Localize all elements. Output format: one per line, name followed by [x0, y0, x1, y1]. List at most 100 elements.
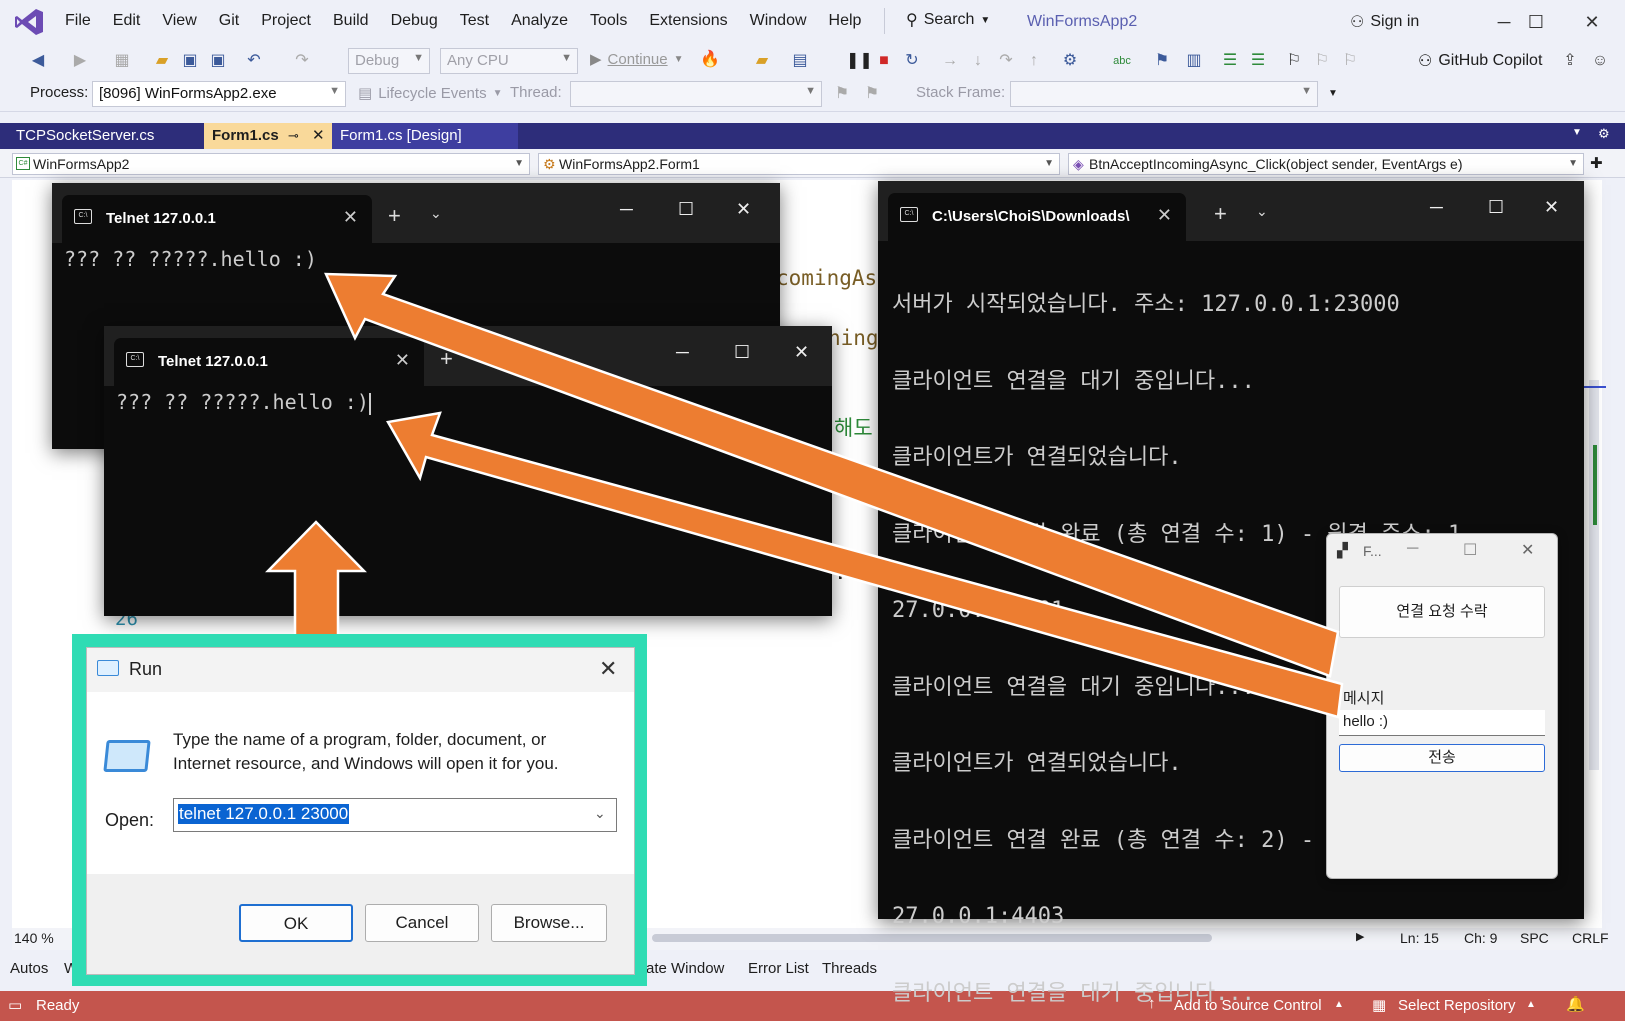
menu-test[interactable]: Test: [449, 12, 500, 30]
tab-form1-design[interactable]: Form1.cs [Design]: [332, 123, 518, 149]
maximize-icon[interactable]: ☐: [678, 199, 694, 220]
feedback-icon[interactable]: ☺: [1590, 51, 1610, 71]
configuration-select[interactable]: Debug ▼: [348, 48, 430, 74]
menu-debug[interactable]: Debug: [380, 12, 449, 30]
tab-tcpsocketserver[interactable]: TCPSocketServer.cs: [8, 123, 204, 149]
share-icon[interactable]: ⇪: [1560, 51, 1580, 71]
flag-thread-icon[interactable]: ⚑: [832, 84, 852, 104]
split-editor-icon[interactable]: ✚: [1590, 154, 1603, 172]
close-icon[interactable]: ✕: [1572, 6, 1612, 38]
window-layout-icon[interactable]: ▤: [790, 51, 810, 71]
diagnostics-icon[interactable]: ⚙: [1060, 51, 1080, 71]
process-select[interactable]: [8096] WinFormsApp2.exe ▼: [92, 81, 346, 107]
thread-select[interactable]: ▼: [570, 81, 822, 107]
tab-threads[interactable]: Threads: [822, 960, 877, 977]
menu-edit[interactable]: Edit: [102, 12, 152, 30]
github-copilot-button[interactable]: ⚇ GitHub Copilot: [1418, 51, 1542, 71]
browse-button[interactable]: Browse...: [491, 904, 607, 942]
close-tab-icon[interactable]: ✕: [1157, 205, 1172, 226]
bookmark-next-icon[interactable]: ⚐: [1340, 51, 1360, 71]
terminal-tab[interactable]: C:\ Telnet 127.0.0.1 ✕: [114, 338, 424, 386]
sign-in-button[interactable]: ⚇ Sign in: [1350, 12, 1419, 32]
navigate-back-icon[interactable]: ◀: [28, 51, 48, 71]
close-tab-icon[interactable]: ✕: [395, 350, 410, 371]
close-icon[interactable]: ✕: [1521, 540, 1534, 560]
lifecycle-events-button[interactable]: ▤ Lifecycle Events ▼: [358, 84, 502, 103]
menu-project[interactable]: Project: [250, 12, 322, 30]
bookmark-icon[interactable]: ⚐: [1284, 51, 1304, 71]
menu-tools[interactable]: Tools: [579, 12, 638, 30]
minimize-icon[interactable]: ─: [1407, 540, 1418, 558]
output-icon[interactable]: ▭: [8, 996, 22, 1014]
menu-extensions[interactable]: Extensions: [638, 12, 738, 30]
uncomment-icon[interactable]: ☰: [1248, 51, 1268, 71]
breakpoints-icon[interactable]: ▥: [1184, 51, 1204, 71]
maximize-icon[interactable]: ☐: [1488, 197, 1504, 218]
cancel-button[interactable]: Cancel: [365, 904, 479, 942]
menu-analyze[interactable]: Analyze: [500, 12, 579, 30]
comment-icon[interactable]: ☰: [1220, 51, 1240, 71]
search-button[interactable]: ⚲ Search ▼: [906, 10, 990, 30]
pause-icon[interactable]: ❚❚: [846, 51, 873, 71]
ok-button[interactable]: OK: [239, 904, 353, 942]
close-icon[interactable]: ✕: [1544, 197, 1559, 218]
zoom-level[interactable]: 140 %: [14, 930, 54, 946]
close-icon[interactable]: ✕: [736, 199, 751, 220]
chevron-down-icon[interactable]: ⌄: [594, 805, 606, 822]
save-icon[interactable]: ▣: [180, 51, 200, 71]
show-next-statement-icon[interactable]: →: [940, 51, 960, 71]
accept-connection-button[interactable]: 연결 요청 수락: [1339, 586, 1545, 638]
toolbar-overflow-icon[interactable]: ▼: [1328, 88, 1338, 99]
navigate-forward-icon[interactable]: ▶: [70, 51, 90, 71]
terminal-tab[interactable]: C:\ Telnet 127.0.0.1 ✕: [62, 195, 372, 243]
undo-icon[interactable]: ↶: [244, 51, 264, 71]
restart-icon[interactable]: ↻: [902, 51, 922, 71]
tab-autos[interactable]: Autos: [10, 960, 48, 977]
chevron-down-icon[interactable]: ⌄: [1256, 203, 1268, 220]
step-over-icon[interactable]: ↷: [996, 51, 1016, 71]
pin-icon[interactable]: ⊸: [288, 123, 299, 149]
new-tab-icon[interactable]: +: [440, 346, 453, 372]
send-button[interactable]: 전송: [1339, 744, 1545, 772]
save-all-icon[interactable]: ▣: [208, 51, 228, 71]
maximize-icon[interactable]: ☐: [1516, 6, 1556, 38]
close-icon[interactable]: ✕: [794, 342, 809, 363]
open-input-value[interactable]: telnet 127.0.0.1 23000: [178, 804, 350, 824]
redo-icon[interactable]: ↷: [292, 51, 312, 71]
menu-git[interactable]: Git: [208, 12, 250, 30]
maximize-icon[interactable]: ☐: [1463, 540, 1477, 560]
format-icon[interactable]: ⚑: [1152, 51, 1172, 71]
menu-help[interactable]: Help: [818, 12, 873, 30]
minimize-icon[interactable]: ─: [1430, 197, 1443, 218]
flag-thread-2-icon[interactable]: ⚑: [862, 84, 882, 104]
menu-view[interactable]: View: [151, 12, 207, 30]
message-input[interactable]: hello :): [1339, 710, 1545, 736]
close-icon[interactable]: ✕: [312, 123, 325, 149]
tab-list-icon[interactable]: ▼: [1572, 127, 1582, 138]
hot-reload-icon[interactable]: 🔥: [700, 50, 720, 70]
folder-icon[interactable]: ▰: [752, 51, 772, 71]
minimize-icon[interactable]: ─: [676, 342, 689, 363]
open-folder-icon[interactable]: ▰: [152, 51, 172, 71]
open-combobox[interactable]: telnet 127.0.0.1 23000 ⌄: [173, 798, 617, 832]
stop-icon[interactable]: ■: [874, 51, 894, 71]
bookmark-prev-icon[interactable]: ⚐: [1312, 51, 1332, 71]
chevron-down-icon[interactable]: ⌄: [430, 205, 442, 222]
menu-build[interactable]: Build: [322, 12, 380, 30]
settings-icon[interactable]: ⚙: [1598, 126, 1610, 142]
maximize-icon[interactable]: ☐: [734, 342, 750, 363]
step-out-icon[interactable]: ↑: [1024, 51, 1044, 71]
spell-check-icon[interactable]: abc: [1112, 51, 1132, 71]
member-select[interactable]: ◈ BtnAcceptIncomingAsync_Click(object se…: [1068, 153, 1584, 175]
close-icon[interactable]: ✕: [599, 656, 617, 682]
continue-button[interactable]: ▶ Continue ▼: [590, 50, 684, 69]
stack-frame-select[interactable]: ▼: [1010, 81, 1318, 107]
terminal-tab[interactable]: C:\ C:\Users\ChoiS\Downloads\ ✕: [888, 193, 1186, 241]
minimize-icon[interactable]: ─: [620, 199, 633, 220]
menu-file[interactable]: File: [54, 12, 102, 30]
platform-select[interactable]: Any CPU ▼: [440, 48, 578, 74]
new-tab-icon[interactable]: +: [388, 203, 401, 229]
project-select[interactable]: C# WinFormsApp2 ▼: [12, 153, 530, 175]
tab-error-list[interactable]: Error List: [748, 960, 809, 977]
step-into-icon[interactable]: ↓: [968, 51, 988, 71]
